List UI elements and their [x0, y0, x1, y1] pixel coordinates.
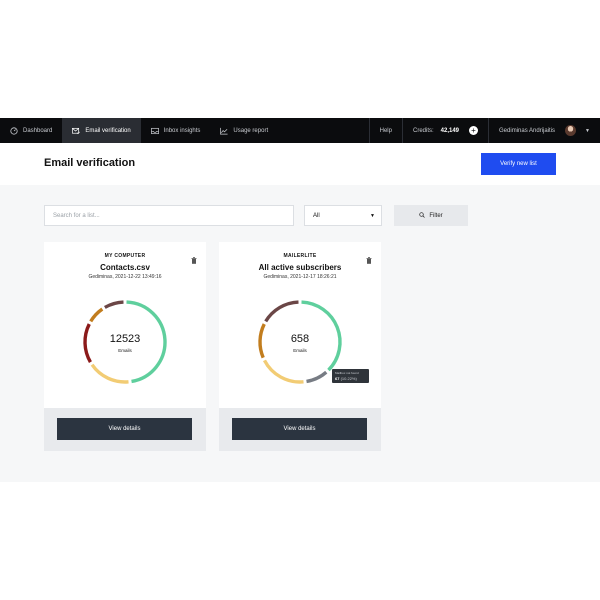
chevron-down-icon: ▼	[585, 127, 590, 134]
filter-label: Filter	[429, 212, 443, 219]
search-icon	[419, 211, 426, 220]
credits-label: Credits:	[412, 127, 434, 134]
list-card: MAILERLITE All active subscribers Gedimi…	[219, 242, 381, 451]
donut-segment[interactable]	[306, 370, 328, 384]
donut-segment[interactable]	[262, 359, 304, 384]
card-source: MAILERLITE	[283, 253, 317, 259]
card-meta: Gediminas, 2021-12-17 18:26:21	[263, 274, 337, 280]
nav-usage-report[interactable]: Usage report	[210, 118, 278, 143]
email-count: 12523	[109, 333, 141, 345]
nav-dashboard[interactable]: Dashboard	[0, 118, 62, 143]
donut-segment[interactable]	[264, 300, 299, 323]
donut-segment[interactable]	[103, 300, 124, 309]
add-credits-button[interactable]: +	[469, 126, 479, 135]
card-source: MY COMPUTER	[104, 253, 146, 259]
email-count-label: Emails	[118, 348, 132, 353]
inbox-icon	[150, 127, 159, 135]
verify-new-list-button[interactable]: Verify new list	[481, 153, 556, 175]
page-title: Email verification	[44, 157, 136, 169]
gauge-icon	[10, 126, 18, 135]
nav-inbox-insights[interactable]: Inbox insights	[141, 118, 211, 143]
nav-email-verification[interactable]: Email verification	[62, 118, 141, 143]
nav-right-group: Help Credits: 42,149 + Gediminas Andrija…	[368, 118, 600, 143]
chart-line-icon	[220, 127, 228, 135]
nav-label: Inbox insights	[163, 127, 201, 134]
tooltip-count: 67	[335, 376, 340, 381]
donut-segment[interactable]	[90, 363, 129, 384]
view-details-button[interactable]: View details	[57, 418, 192, 440]
help-link[interactable]: Help	[370, 118, 402, 143]
nav-label: Dashboard	[23, 127, 53, 134]
status-select[interactable]: All ▼	[304, 205, 382, 226]
email-count-label: Emails	[293, 348, 307, 353]
credits-display: Credits: 42,149 +	[403, 118, 488, 143]
tooltip-title: Mailbox not found	[335, 371, 359, 375]
nav-label: Email verification	[85, 127, 131, 134]
top-navigation: Dashboard Email verification Inbox insig…	[0, 118, 600, 143]
user-menu[interactable]: Gediminas Andrijaitis ▼	[489, 118, 600, 143]
tooltip-value: 67 (10.22%)	[335, 376, 366, 381]
filter-button[interactable]: Filter	[394, 205, 468, 226]
card-meta: Gediminas, 2021-12-22 13:49:16	[88, 274, 162, 280]
view-details-button[interactable]: View details	[232, 418, 367, 440]
list-card: MY COMPUTER Contacts.csv Gediminas, 2021…	[44, 242, 206, 451]
chart-tooltip: Mailbox not found 67 (10.22%)	[332, 369, 369, 383]
credits-value: 42,149	[440, 127, 460, 134]
email-count: 658	[290, 333, 310, 345]
user-name: Gediminas Andrijaitis	[499, 127, 556, 134]
avatar	[565, 125, 577, 136]
tooltip-pct: (10.22%)	[340, 376, 357, 381]
card-title: All active subscribers	[258, 263, 342, 272]
search-input[interactable]: Search for a list...	[44, 205, 294, 226]
envelope-check-icon	[72, 127, 81, 135]
card-title: Contacts.csv	[100, 263, 150, 272]
select-value: All	[313, 212, 320, 219]
chevron-down-icon: ▼	[370, 213, 375, 219]
nav-label: Usage report	[233, 127, 269, 134]
donut-segment[interactable]	[89, 307, 104, 323]
